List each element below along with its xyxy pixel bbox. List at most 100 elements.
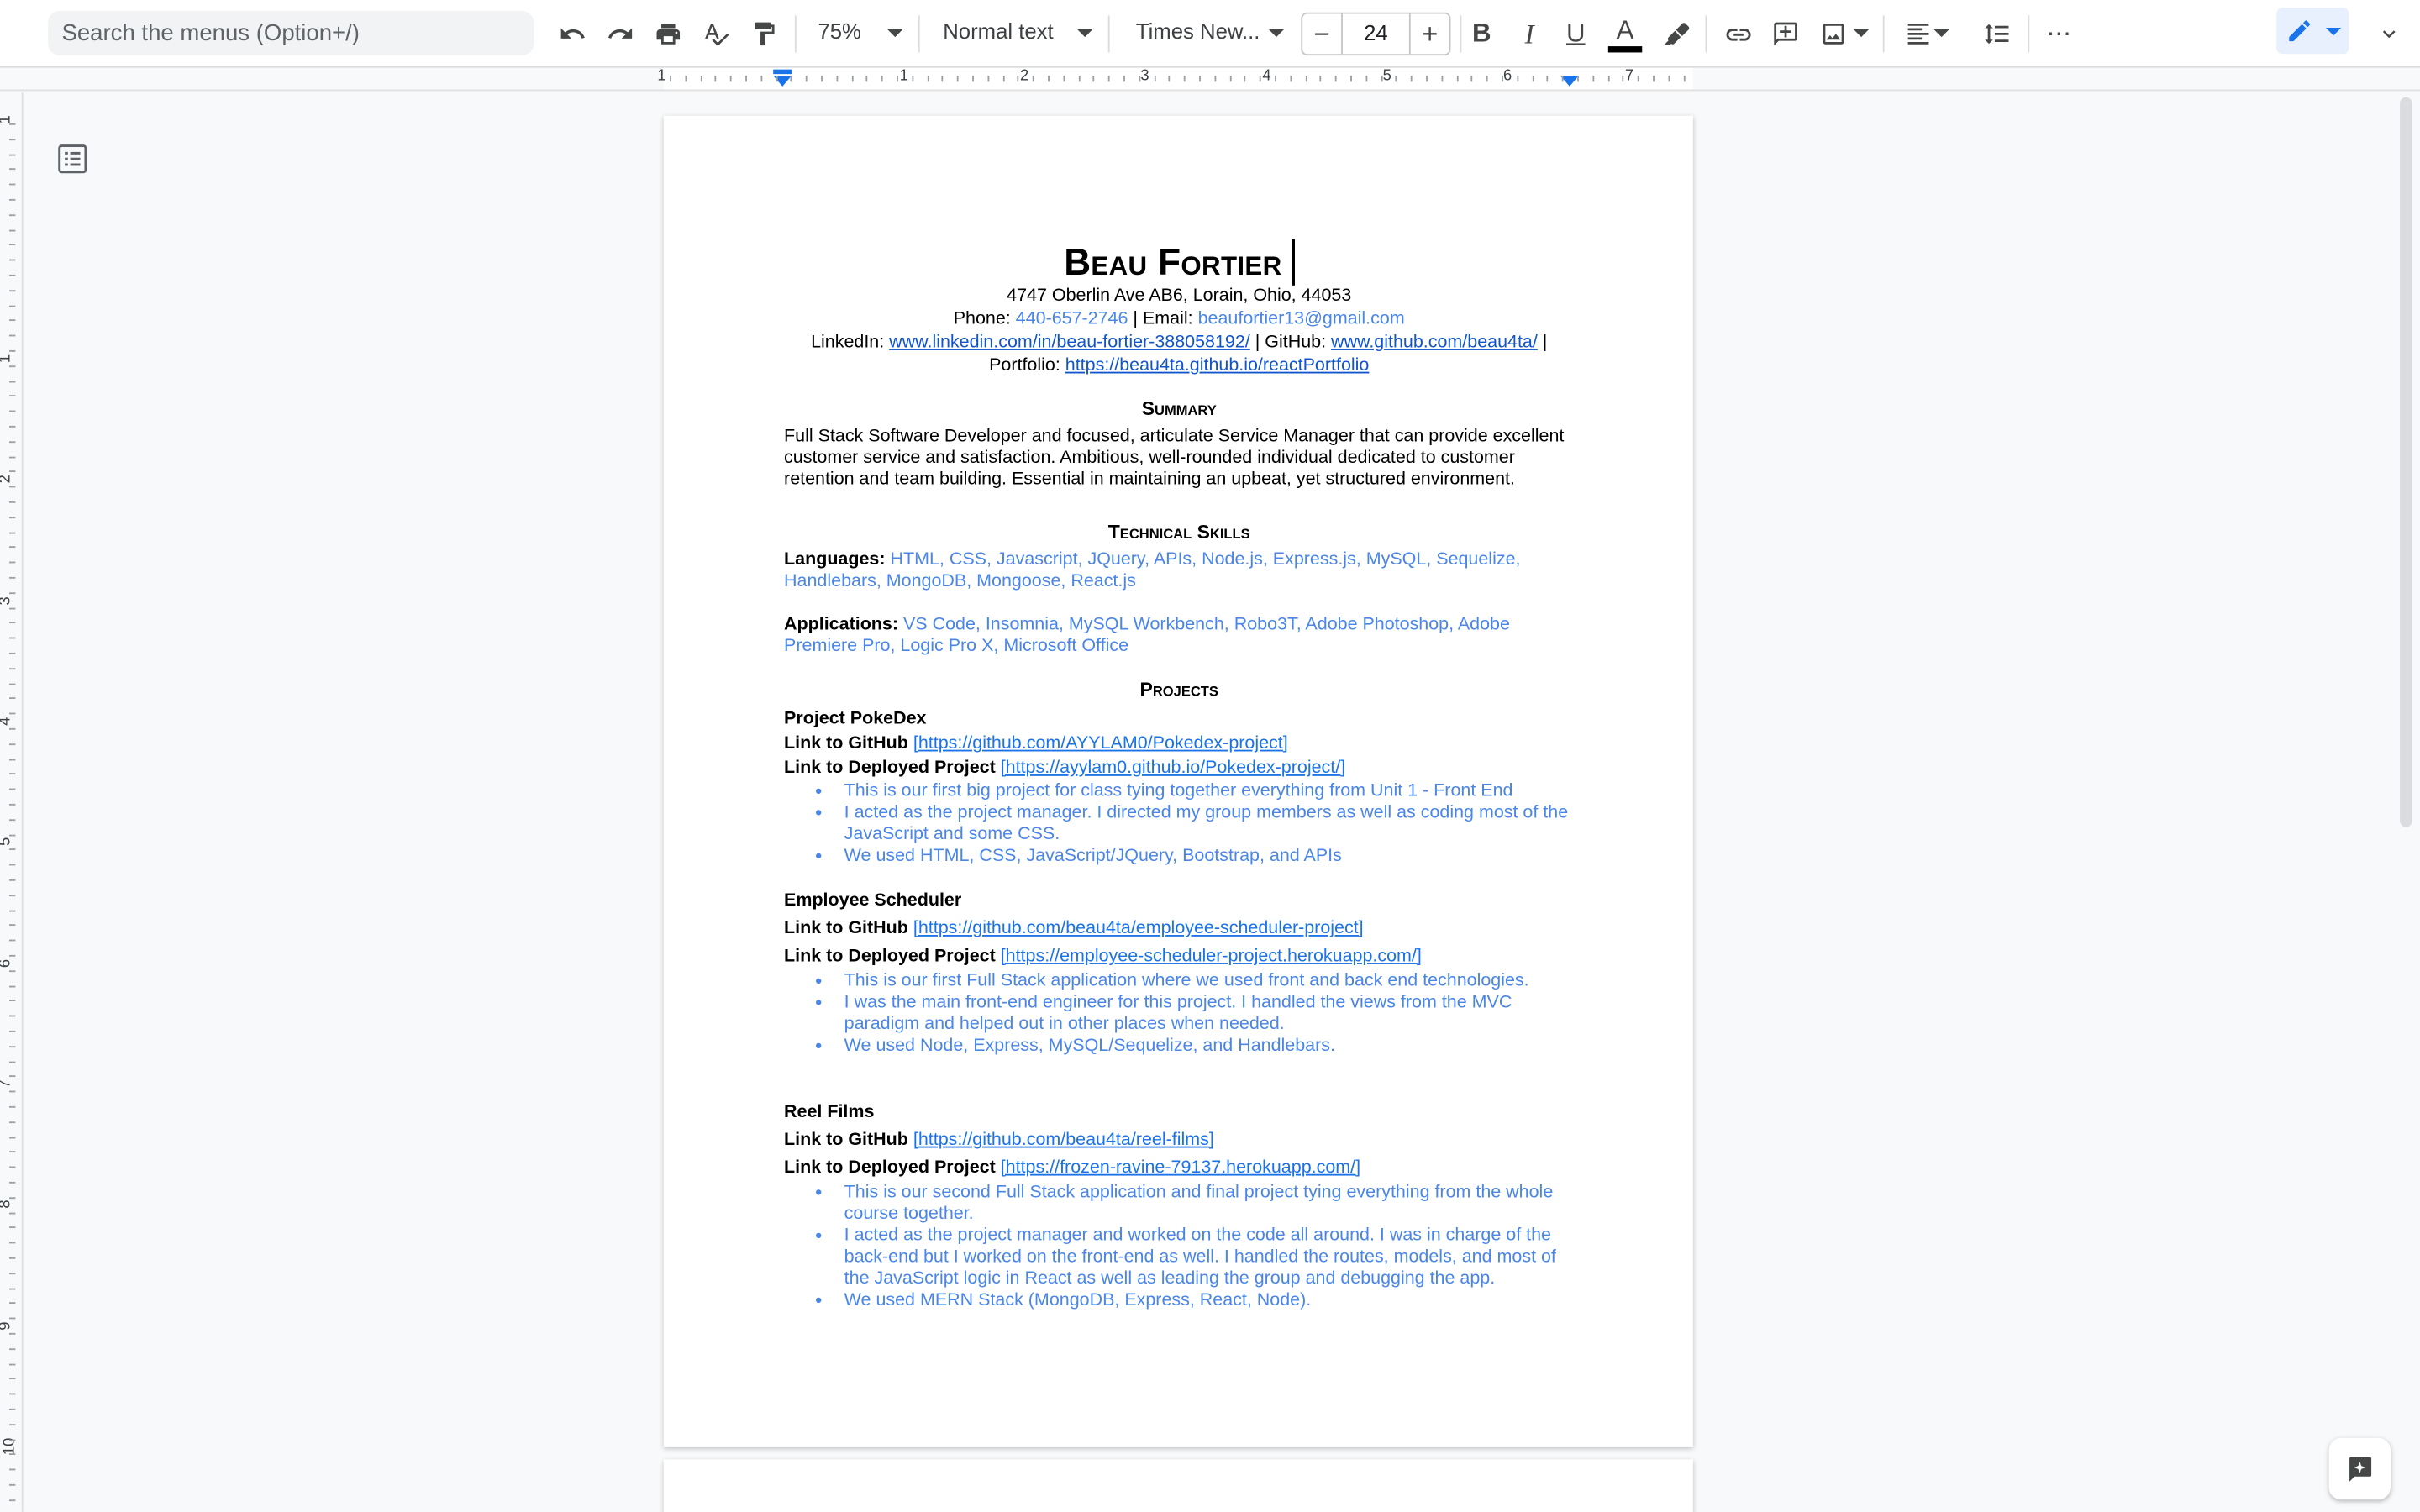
add-comment-icon[interactable] — [1765, 13, 1806, 55]
ruler-tick — [987, 75, 989, 82]
italic-button[interactable]: I — [1509, 13, 1549, 55]
ruler-tick — [9, 531, 16, 533]
ruler-tick — [1093, 75, 1095, 82]
explore-button[interactable] — [2328, 1437, 2391, 1500]
ruler-number: 1 — [0, 115, 14, 123]
ruler-number: 3 — [1140, 67, 1150, 86]
ruler-tick — [1456, 75, 1458, 82]
collapse-toolbar-icon[interactable] — [2370, 13, 2407, 55]
ruler-tick — [730, 75, 732, 82]
ruler-number: 1 — [899, 67, 909, 86]
ruler-tick — [927, 75, 929, 82]
align-left-icon[interactable] — [1898, 13, 1939, 55]
text-color-button[interactable]: A — [1605, 13, 1645, 55]
first-line-indent-marker[interactable] — [773, 69, 792, 75]
document-page-2[interactable] — [663, 1459, 1693, 1512]
redo-icon[interactable] — [600, 13, 640, 55]
print-icon[interactable] — [648, 13, 688, 55]
ruler-tick — [700, 75, 702, 82]
project-title: Reel Films — [784, 1101, 875, 1122]
applications-label: Applications: — [784, 614, 899, 634]
ruler-tick — [9, 954, 16, 957]
zoom-select[interactable]: 75% — [818, 18, 860, 43]
ruler-tick — [957, 75, 959, 82]
bold-button[interactable]: B — [1461, 13, 1502, 55]
insert-link-icon[interactable] — [1718, 13, 1758, 55]
list-item: This is our first big project for class … — [784, 780, 1574, 802]
increase-font-size-button[interactable]: + — [1408, 13, 1449, 55]
document-page[interactable]: Beau Fortier 4747 Oberlin Ave AB6, Lorai… — [663, 115, 1693, 1447]
ruler-tick — [836, 75, 838, 82]
line-spacing-icon[interactable] — [1977, 13, 2018, 55]
ruler-tick — [9, 1362, 16, 1365]
document-body[interactable]: Beau Fortier 4747 Oberlin Ave AB6, Lorai… — [784, 239, 1574, 1312]
ruler-tick — [1517, 75, 1518, 82]
ruler-tick — [9, 984, 16, 987]
more-options-button[interactable]: ⋯ — [2039, 13, 2079, 55]
project-github-link[interactable]: [https://github.com/beau4ta/employee-sch… — [913, 918, 1364, 938]
ruler-tick — [9, 1438, 16, 1441]
ruler-number: 2 — [1020, 67, 1029, 86]
portfolio-link[interactable]: https://beau4ta.github.io/reactPortfolio — [1065, 354, 1370, 375]
text-cursor — [1291, 239, 1295, 286]
font-family-select[interactable]: Times New... — [1136, 18, 1260, 43]
ruler-tick — [9, 259, 16, 261]
projects-heading: Projects — [1139, 679, 1218, 701]
ruler-tick — [9, 939, 16, 942]
github-profile-link[interactable]: www.github.com/beau4ta/ — [1331, 332, 1538, 352]
ruler-tick — [9, 1257, 16, 1259]
decrease-font-size-button[interactable]: − — [1302, 13, 1343, 55]
image-dropdown-icon[interactable] — [1853, 29, 1870, 38]
github-link-label: Link to GitHub — [784, 732, 908, 753]
document-outline-icon[interactable] — [54, 140, 91, 177]
ruler-tick — [9, 1453, 16, 1456]
ruler-tick — [1426, 75, 1428, 82]
editing-mode-button[interactable] — [2276, 8, 2349, 55]
vertical-scrollbar[interactable] — [2400, 97, 2412, 827]
font-dropdown-icon[interactable] — [1268, 29, 1285, 38]
phone-link[interactable]: 440-657-2746 — [1016, 308, 1128, 328]
project-github-link[interactable]: [https://github.com/beau4ta/reel-films] — [913, 1129, 1214, 1149]
align-dropdown-icon[interactable] — [1933, 29, 1949, 38]
resume-name: Beau Fortier — [784, 239, 1574, 289]
ruler-tick — [1199, 75, 1201, 82]
linkedin-link[interactable]: www.linkedin.com/in/beau-fortier-3880581… — [889, 332, 1250, 352]
ruler-tick — [9, 198, 16, 201]
ruler-tick — [9, 1000, 16, 1002]
ruler-tick — [1305, 75, 1307, 82]
zoom-dropdown-icon[interactable] — [887, 29, 903, 38]
ruler-tick — [1623, 75, 1624, 82]
ruler-tick — [1275, 75, 1276, 82]
project-bullets: This is our second Full Stack applicatio… — [784, 1182, 1574, 1311]
vertical-ruler[interactable]: 1 1 2 3 4 5 6 7 8 9 10 — [0, 92, 24, 1512]
project-deployed-link[interactable]: [https://employee-scheduler-project.hero… — [1001, 946, 1422, 966]
highlight-icon[interactable] — [1656, 13, 1697, 55]
horizontal-ruler[interactable]: 1 1 2 3 4 5 6 7 — [0, 67, 2420, 92]
ruler-number: 5 — [1382, 67, 1392, 86]
paint-format-icon[interactable] — [744, 13, 784, 55]
ruler-tick — [9, 1287, 16, 1289]
ruler-tick — [9, 440, 16, 443]
ruler-tick — [9, 1468, 16, 1471]
ruler-tick — [9, 228, 16, 231]
project-github-line: Link to GitHub [https://github.com/beau4… — [784, 915, 1574, 942]
font-size-input[interactable]: 24 — [1343, 20, 1409, 45]
project-deployed-link[interactable]: [https://frozen-ravine-79137.herokuapp.c… — [1001, 1158, 1360, 1178]
skills-heading: Technical Skills — [1107, 521, 1250, 543]
email-link[interactable]: beaufortier13@gmail.com — [1198, 308, 1405, 328]
phone-label: Phone: — [953, 308, 1011, 329]
ruler-tick — [9, 833, 16, 836]
insert-image-icon[interactable] — [1813, 13, 1854, 55]
paragraph-style-select[interactable]: Normal text — [943, 18, 1053, 43]
spellcheck-icon[interactable] — [696, 13, 736, 55]
address-line: 4747 Oberlin Ave AB6, Lorain, Ohio, 4405… — [1007, 285, 1352, 306]
ruler-tick — [9, 924, 16, 927]
project-bullets: This is our first Full Stack application… — [784, 970, 1574, 1057]
project-deployed-link[interactable]: [https://ayylam0.github.io/Pokedex-proje… — [1001, 758, 1345, 778]
menu-search-input[interactable]: Search the menus (Option+/) — [47, 10, 534, 56]
undo-icon[interactable] — [553, 13, 593, 55]
style-dropdown-icon[interactable] — [1077, 29, 1093, 38]
ruler-tick — [9, 773, 16, 775]
underline-button[interactable]: U — [1555, 13, 1596, 55]
project-github-link[interactable]: [https://github.com/AYYLAM0/Pokedex-proj… — [913, 732, 1288, 753]
